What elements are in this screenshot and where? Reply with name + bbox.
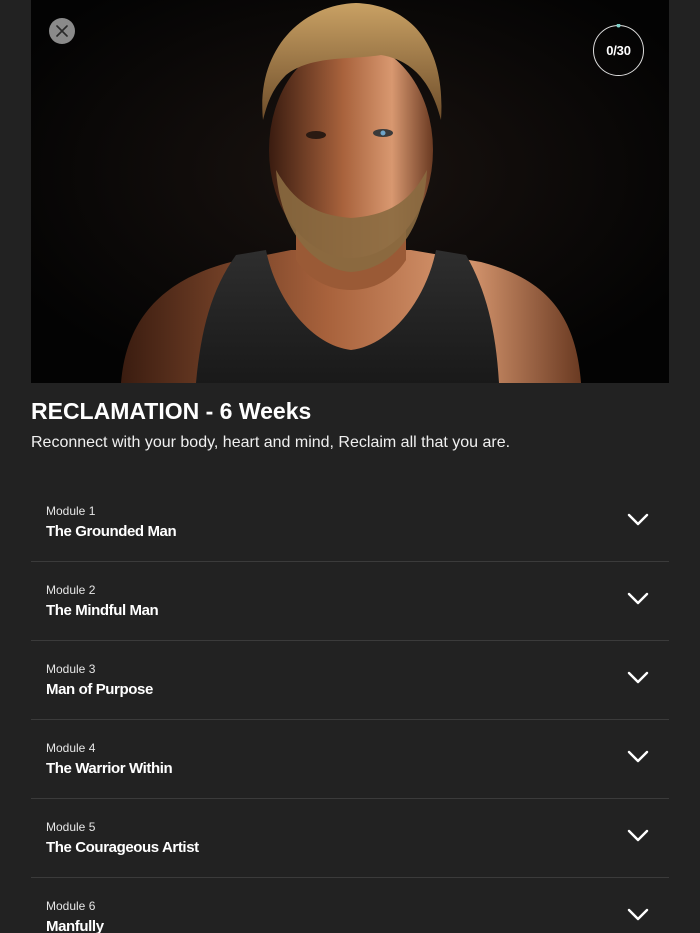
chevron-down-icon[interactable] [627, 750, 649, 764]
chevron-down-icon[interactable] [627, 513, 649, 527]
module-item-2[interactable]: Module 2 The Mindful Man [31, 562, 669, 641]
module-item-3[interactable]: Module 3 Man of Purpose [31, 641, 669, 720]
module-item-4[interactable]: Module 4 The Warrior Within [31, 720, 669, 799]
module-number: Module 6 [46, 899, 96, 913]
chevron-down-icon[interactable] [627, 671, 649, 685]
course-hero-image [31, 0, 669, 383]
progress-count: 0/30 [606, 43, 631, 58]
module-item-1[interactable]: Module 1 The Grounded Man [31, 483, 669, 562]
module-number: Module 5 [46, 820, 96, 834]
module-number: Module 4 [46, 741, 96, 755]
chevron-down-icon[interactable] [627, 908, 649, 922]
course-page: 0/30 RECLAMATION - 6 Weeks Reconnect wit… [0, 0, 700, 933]
module-name: The Grounded Man [46, 523, 177, 540]
module-name: The Warrior Within [46, 760, 173, 777]
progress-indicator: 0/30 [592, 24, 645, 77]
course-title: RECLAMATION - 6 Weeks [31, 398, 312, 424]
module-item-6[interactable]: Module 6 Manfully [31, 878, 669, 933]
module-name: Man of Purpose [46, 681, 153, 698]
close-icon [56, 25, 68, 37]
module-name: The Mindful Man [46, 602, 159, 619]
module-item-5[interactable]: Module 5 The Courageous Artist [31, 799, 669, 878]
module-list: Module 1 The Grounded Man Module 2 The M… [31, 483, 669, 933]
chevron-down-icon[interactable] [627, 829, 649, 843]
module-name: Manfully [46, 918, 104, 933]
course-subtitle: Reconnect with your body, heart and mind… [31, 434, 511, 451]
module-number: Module 2 [46, 583, 96, 597]
chevron-down-icon[interactable] [627, 592, 649, 606]
close-button[interactable] [49, 18, 75, 44]
module-number: Module 1 [46, 504, 96, 518]
module-number: Module 3 [46, 662, 96, 676]
module-name: The Courageous Artist [46, 839, 199, 856]
